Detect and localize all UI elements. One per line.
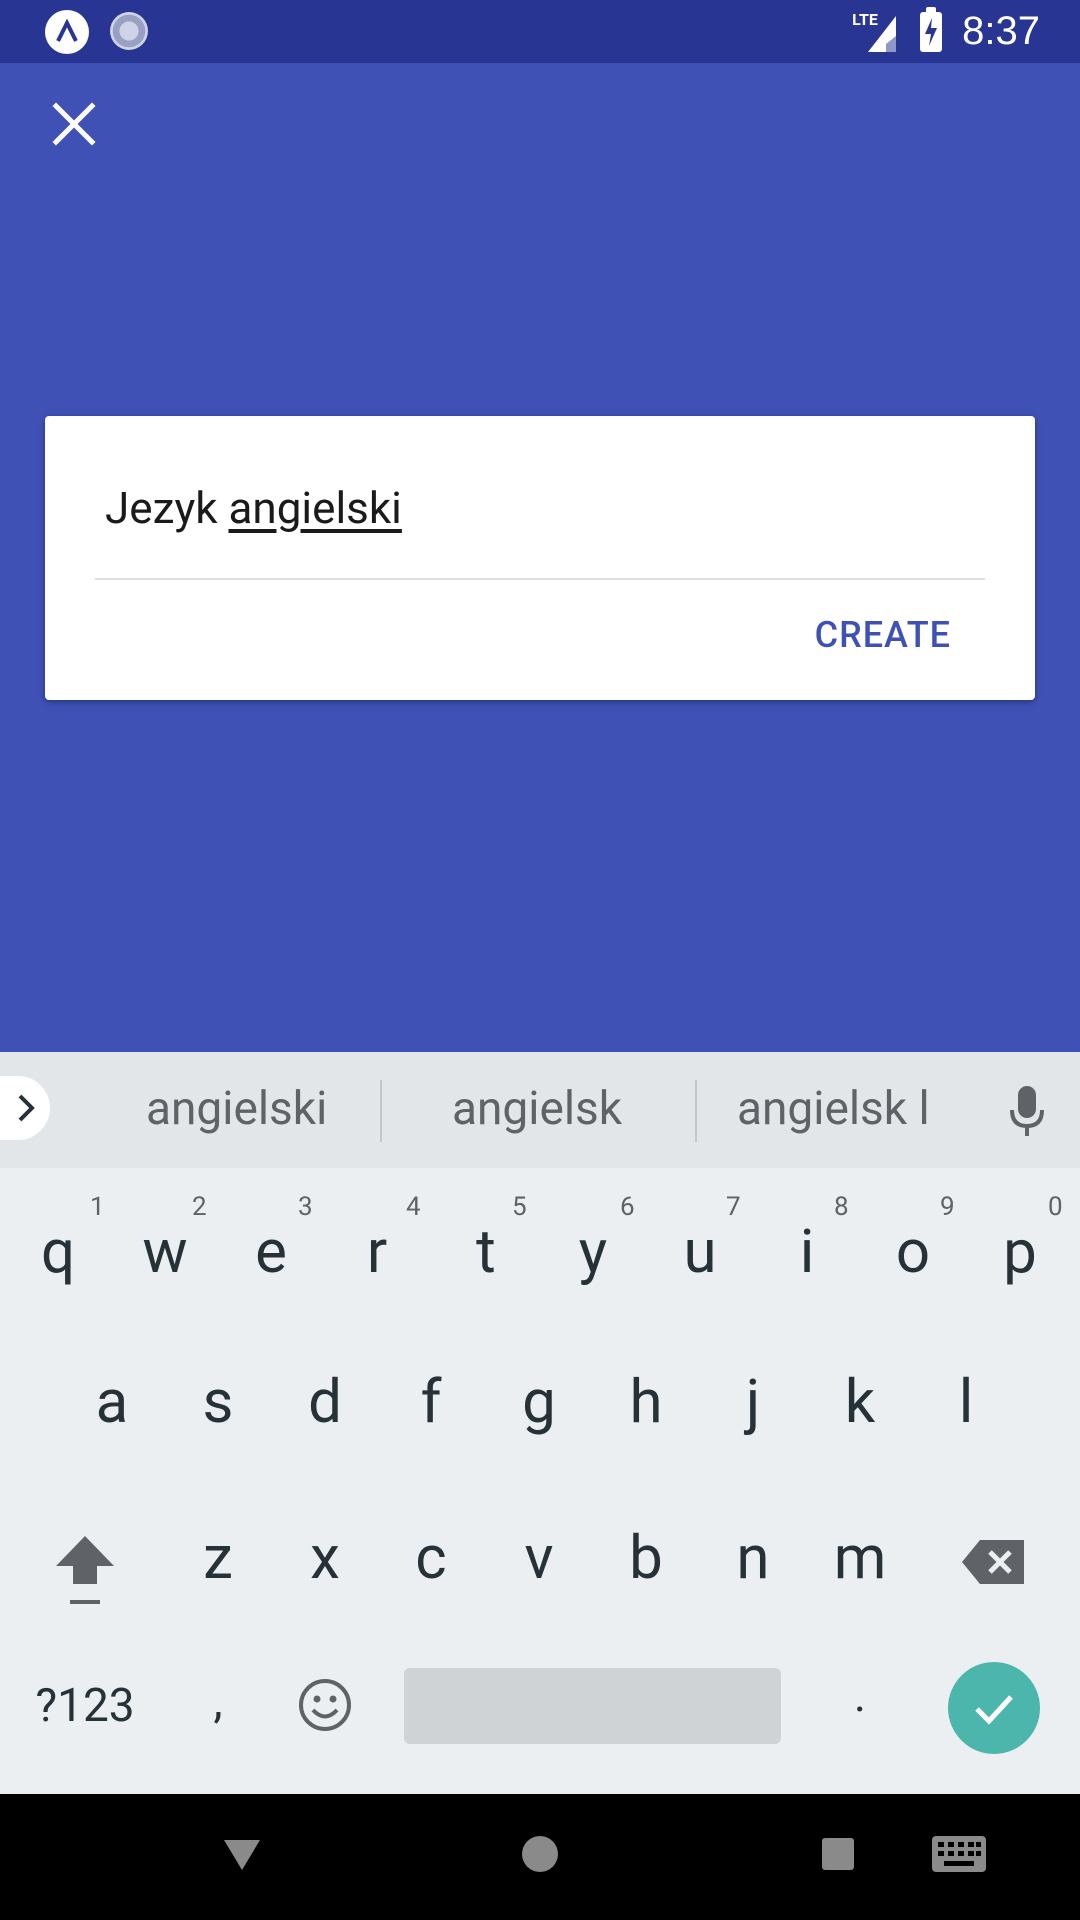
- expand-suggestions-button[interactable]: [0, 1076, 50, 1140]
- key-y[interactable]: y: [553, 1212, 633, 1292]
- close-button[interactable]: [46, 96, 102, 152]
- key-i[interactable]: i: [767, 1212, 847, 1292]
- soft-keyboard: angielski angielsk angielsk l 1 2 3 4 5 …: [0, 1052, 1080, 1794]
- key-k[interactable]: k: [820, 1362, 900, 1442]
- shift-icon: [56, 1536, 114, 1604]
- key-j[interactable]: j: [713, 1362, 793, 1442]
- suggestion-divider: [695, 1080, 697, 1142]
- key-e[interactable]: e: [231, 1212, 311, 1292]
- key-g[interactable]: g: [499, 1362, 579, 1442]
- key-l[interactable]: l: [926, 1362, 1006, 1442]
- create-dialog: Jezyk angielski CREATE: [45, 416, 1035, 700]
- lte-signal-icon: LTE: [852, 10, 900, 54]
- key-f[interactable]: f: [391, 1362, 471, 1442]
- back-icon[interactable]: [220, 1832, 264, 1876]
- backspace-key[interactable]: [960, 1532, 1030, 1592]
- enter-key[interactable]: [948, 1662, 1040, 1754]
- key-d[interactable]: d: [285, 1362, 365, 1442]
- key-x[interactable]: x: [285, 1518, 365, 1598]
- key-o[interactable]: o: [873, 1212, 953, 1292]
- expand-icon: [18, 1094, 35, 1122]
- key-u[interactable]: u: [660, 1212, 740, 1292]
- create-button[interactable]: CREATE: [815, 614, 951, 656]
- key-q[interactable]: q: [18, 1212, 98, 1292]
- suggestion-1[interactable]: angielski: [146, 1082, 327, 1136]
- check-icon: [975, 1695, 1013, 1725]
- battery-charging-icon: [920, 6, 943, 52]
- sync-icon: [110, 12, 148, 50]
- shift-key[interactable]: [50, 1530, 120, 1610]
- name-input[interactable]: Jezyk angielski: [95, 476, 985, 540]
- space-key[interactable]: [404, 1668, 781, 1744]
- key-v[interactable]: v: [499, 1518, 579, 1598]
- key-h[interactable]: h: [606, 1362, 686, 1442]
- key-t[interactable]: t: [446, 1212, 526, 1292]
- input-text-prefix: Jezyk: [105, 482, 229, 534]
- recents-icon[interactable]: [818, 1834, 858, 1874]
- clock: 8:37: [962, 9, 1040, 53]
- key-m[interactable]: m: [820, 1518, 900, 1598]
- key-n[interactable]: n: [713, 1518, 793, 1598]
- home-icon[interactable]: [518, 1832, 562, 1876]
- keyboard-icon[interactable]: [932, 1836, 986, 1872]
- suggestion-divider: [380, 1080, 382, 1142]
- suggestion-2[interactable]: angielsk: [452, 1082, 622, 1136]
- suggestion-3[interactable]: angielsk l: [737, 1082, 930, 1136]
- suggestion-strip: angielski angielsk angielsk l: [0, 1052, 1080, 1168]
- key-p[interactable]: p: [980, 1212, 1060, 1292]
- emoji-key[interactable]: [297, 1677, 353, 1733]
- key-a[interactable]: a: [72, 1362, 152, 1442]
- close-icon: [52, 102, 96, 146]
- key-c[interactable]: c: [391, 1518, 471, 1598]
- status-bar: LTE 8:37: [0, 0, 1080, 63]
- backspace-icon: [962, 1540, 1024, 1584]
- key-r[interactable]: r: [337, 1212, 417, 1292]
- input-underline: [95, 578, 985, 580]
- key-s[interactable]: s: [178, 1362, 258, 1442]
- app-notification-icon: [45, 10, 89, 54]
- navigation-bar: [0, 1794, 1080, 1920]
- emoji-icon: [299, 1679, 351, 1731]
- period-key[interactable]: .: [820, 1656, 900, 1736]
- comma-key[interactable]: ,: [178, 1662, 258, 1742]
- key-z[interactable]: z: [178, 1518, 258, 1598]
- key-b[interactable]: b: [606, 1518, 686, 1598]
- mic-icon[interactable]: [1008, 1084, 1046, 1138]
- input-text-composing: angielski: [228, 482, 402, 534]
- key-w[interactable]: w: [125, 1212, 205, 1292]
- symbols-key[interactable]: ?123: [30, 1666, 140, 1746]
